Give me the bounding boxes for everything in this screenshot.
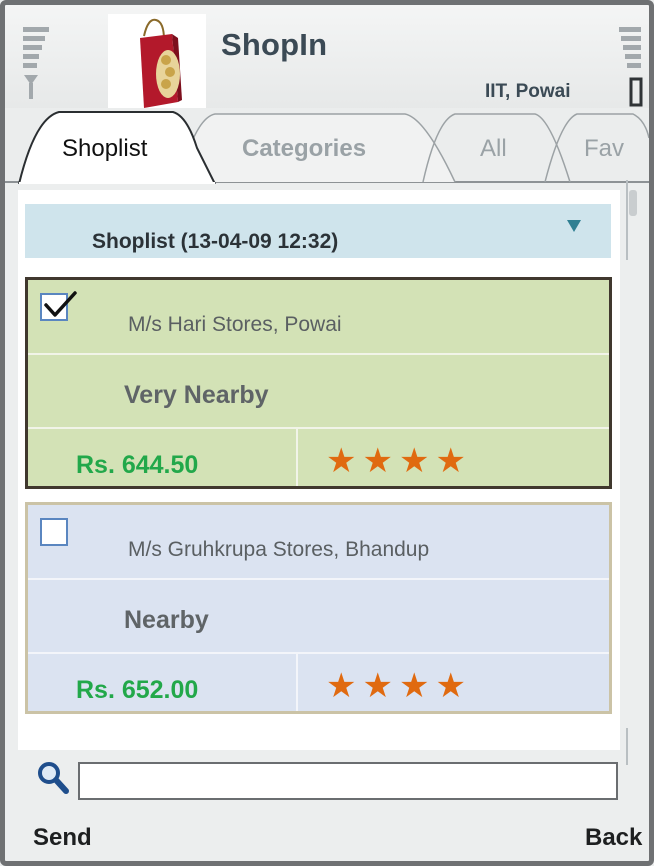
- tab-shoplist[interactable]: Shoplist: [62, 135, 147, 163]
- shop-distance: Nearby: [124, 606, 209, 634]
- shopping-bag-icon: [140, 18, 182, 108]
- shop-name-row: M/s Gruhkrupa Stores, Bhandup: [28, 505, 609, 580]
- shop-card[interactable]: M/s Gruhkrupa Stores, Bhandup Nearby Rs.…: [25, 502, 612, 714]
- location-label: IIT, Powai: [485, 81, 571, 102]
- signal-strength-icon: [23, 27, 49, 99]
- star-rating-icon: ★★★★: [326, 666, 472, 706]
- checkmark-icon: [44, 291, 77, 317]
- search-input[interactable]: [78, 762, 618, 800]
- price-cell: Rs. 644.50: [28, 429, 298, 486]
- shop-price: Rs. 644.50: [76, 451, 199, 479]
- shop-name: M/s Hari Stores, Powai: [128, 313, 342, 336]
- scrollbar-thumb[interactable]: [629, 190, 637, 216]
- scrollbar-track[interactable]: [624, 180, 634, 765]
- shop-distance: Very Nearby: [124, 381, 269, 409]
- shop-distance-row: Nearby: [28, 580, 609, 654]
- back-softkey[interactable]: Back: [585, 824, 642, 852]
- phone-screen: ShopIn IIT, Powai Shoplist Categories Al…: [0, 0, 654, 866]
- shop-card[interactable]: M/s Hari Stores, Powai Very Nearby Rs. 6…: [25, 277, 612, 489]
- shop-name: M/s Gruhkrupa Stores, Bhandup: [128, 538, 430, 561]
- shop-name-row: M/s Hari Stores, Powai: [28, 280, 609, 355]
- list-header-dropdown[interactable]: Shoplist (13-04-09 12:32): [25, 204, 611, 258]
- send-softkey[interactable]: Send: [33, 824, 92, 852]
- tab-all[interactable]: All: [480, 135, 507, 163]
- shop-checkbox[interactable]: [40, 518, 68, 546]
- price-cell: Rs. 652.00: [28, 654, 298, 711]
- rating-cell: ★★★★: [298, 429, 609, 486]
- list-title: Shoplist (13-04-09 12:32): [92, 230, 339, 253]
- rating-cell: ★★★★: [298, 654, 609, 711]
- shop-price-rating-row: Rs. 644.50 ★★★★: [28, 429, 609, 486]
- battery-icon: [619, 27, 643, 107]
- shop-price-rating-row: Rs. 652.00 ★★★★: [28, 654, 609, 711]
- triangle-down-icon[interactable]: [567, 220, 581, 232]
- app-logo: [108, 14, 206, 112]
- shop-price: Rs. 652.00: [76, 676, 199, 704]
- shop-distance-row: Very Nearby: [28, 355, 609, 429]
- app-header: ShopIn IIT, Powai: [5, 5, 649, 113]
- tab-categories[interactable]: Categories: [242, 135, 366, 163]
- app-title: ShopIn: [221, 27, 328, 62]
- tab-fav[interactable]: Fav: [584, 135, 624, 163]
- magnifier-icon[interactable]: [36, 760, 70, 796]
- star-rating-icon: ★★★★: [326, 441, 472, 481]
